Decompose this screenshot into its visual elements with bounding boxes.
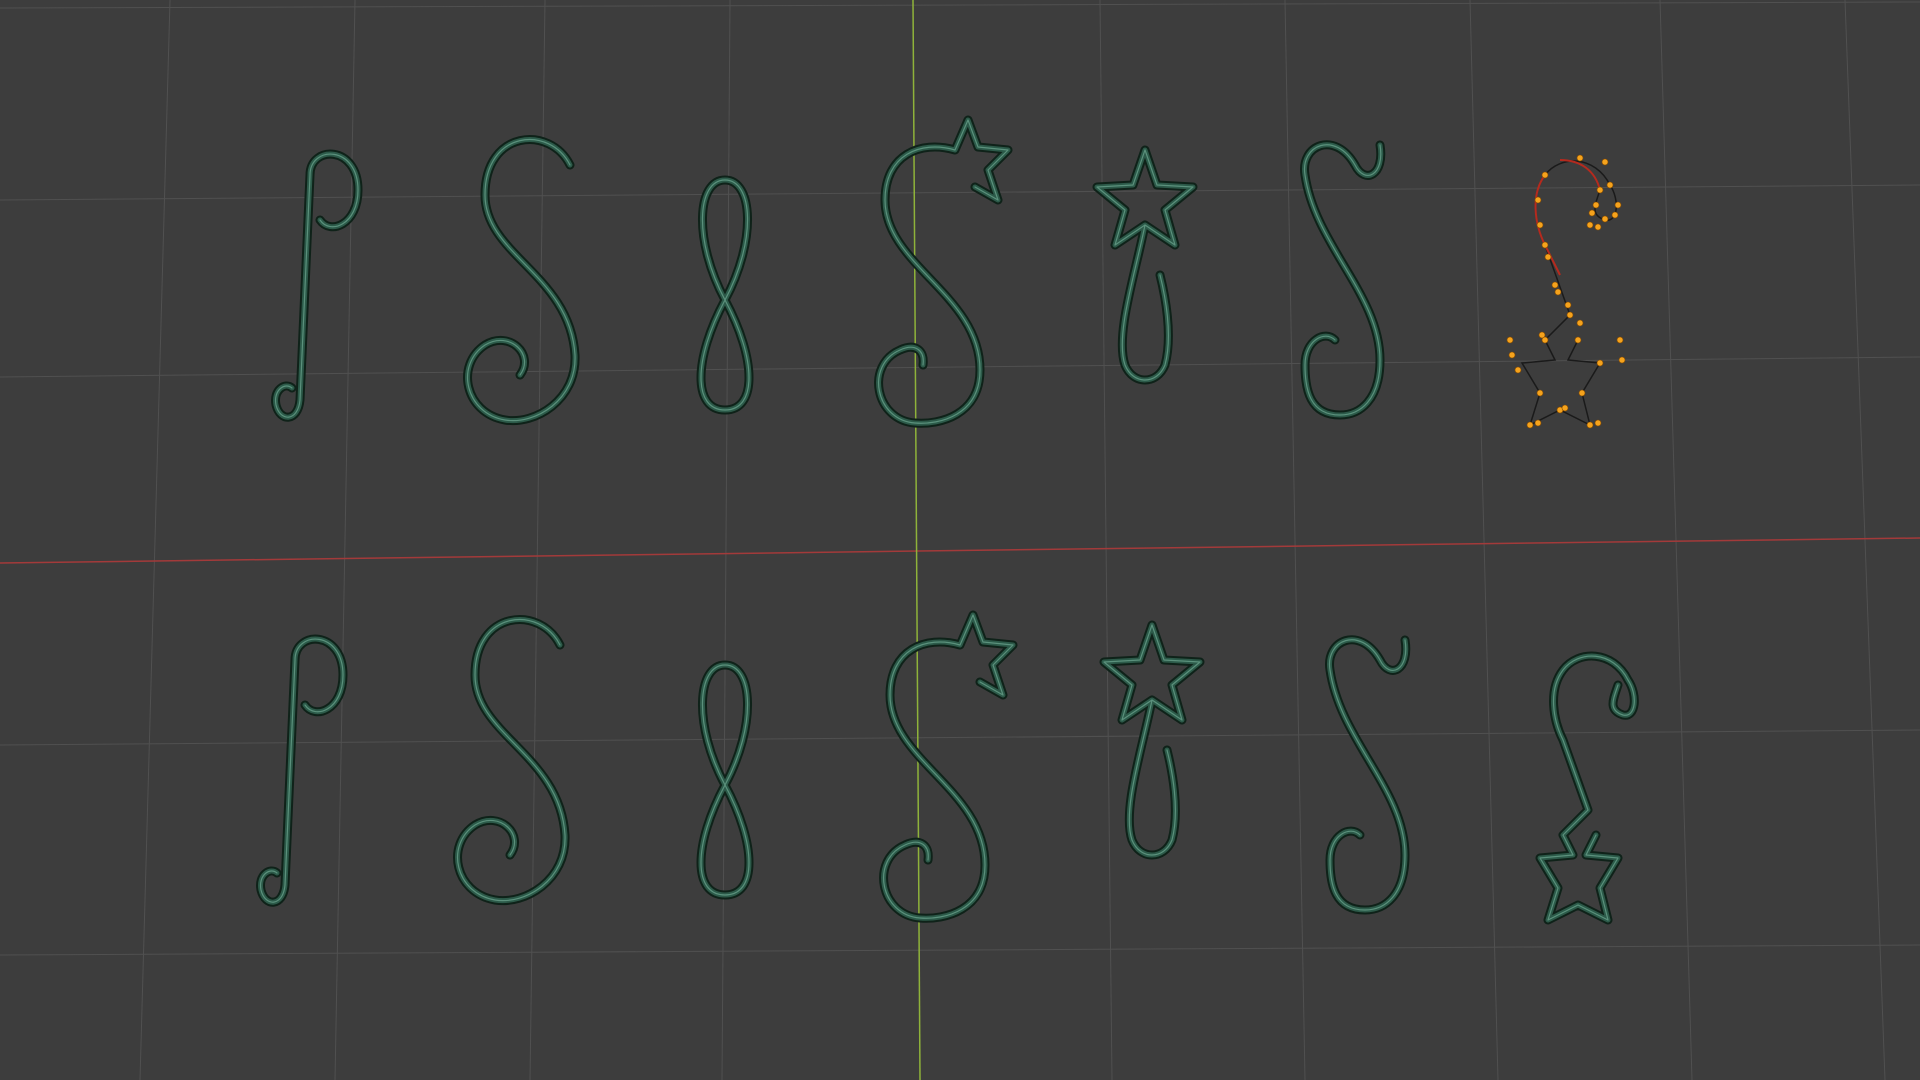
hook-s-star-top[interactable] [879, 120, 1008, 423]
hook-s-star-bottom[interactable] [884, 615, 1013, 918]
hook-star-drop-bottom[interactable] [1104, 625, 1200, 855]
viewport-grid [0, 0, 1920, 1080]
hook-row-bottom [261, 615, 1635, 920]
hook-long-s-top[interactable] [1305, 145, 1381, 415]
x-axis-line [0, 537, 1920, 564]
3d-viewport[interactable] [0, 0, 1920, 1080]
hook-star-drop-top[interactable] [1097, 150, 1193, 380]
hook-star-bottom[interactable] [1540, 656, 1634, 920]
hook-row-top [276, 120, 1626, 429]
hook-star-edit-mode[interactable] [1506, 154, 1626, 429]
viewport-scene[interactable] [0, 0, 1920, 1080]
hook-j-top[interactable] [276, 154, 358, 417]
curve-control-points[interactable] [1506, 154, 1626, 429]
hook-figure-eight-top[interactable] [701, 180, 749, 410]
hook-long-s-bottom[interactable] [1330, 640, 1406, 910]
hook-spiral-bottom[interactable] [458, 620, 566, 901]
hook-j-bottom[interactable] [261, 639, 343, 902]
hook-spiral-top[interactable] [468, 140, 576, 421]
